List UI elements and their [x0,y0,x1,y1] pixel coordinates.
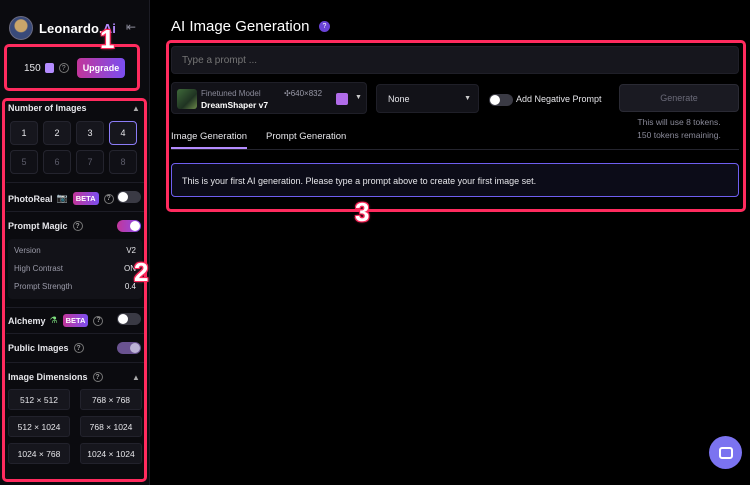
divider [6,333,144,334]
help-icon[interactable]: ? [58,63,69,73]
help-icon[interactable]: ? [72,221,83,231]
annotation-number-1: 1 [100,24,115,54]
photoreal-toggle[interactable] [117,191,141,203]
model-thumbnail [177,89,197,109]
style-select-value: None [388,94,410,104]
model-name: DreamShaper v7 [201,100,269,110]
version-value: V2 [126,246,136,255]
model-selector[interactable]: Finetuned Model ✣640×832 DreamShaper v7 … [171,82,367,114]
image-dimensions-grid: 512 × 512 768 × 768 512 × 1024 768 × 102… [8,389,142,464]
annotation-number-3: 3 [355,197,370,227]
num-images-4[interactable]: 4 [109,121,137,145]
generation-tabs: Image Generation Prompt Generation [171,131,739,150]
num-images-8[interactable]: 8 [109,150,137,174]
version-label: Version [14,246,41,255]
avatar[interactable] [9,16,33,40]
token-count: 150 [24,62,41,74]
help-icon[interactable]: ? [92,372,103,382]
dimension-1024x1024[interactable]: 1024 × 1024 [80,443,142,464]
divider [6,362,144,363]
dimension-512x512[interactable]: 512 × 512 [8,389,70,410]
beta-badge: BETA [62,314,89,327]
num-images-1[interactable]: 1 [10,121,38,145]
divider [6,307,144,308]
help-icon[interactable]: ? [93,315,104,326]
chevron-down-icon: ▼ [464,95,471,102]
dimension-768x1024[interactable]: 768 × 1024 [80,416,142,437]
high-contrast-label: High Contrast [14,264,63,273]
number-of-images-grid: 1 2 3 4 5 6 7 8 [10,121,142,174]
divider [6,211,144,212]
chat-icon [718,446,733,459]
flask-icon: ⚗ [49,315,58,325]
help-icon[interactable]: ? [73,343,84,353]
num-images-2[interactable]: 2 [43,121,71,145]
sidebar: Leonardo.Ai ⇤ 150 ? Upgrade Number of Im… [0,0,150,485]
negative-prompt-label: Add Negative Prompt [516,94,602,104]
photoreal-row: PhotoReal 📷 BETA ? [8,192,114,205]
alchemy-row: Alchemy ⚗ BETA ? [8,314,104,327]
collapse-sidebar-icon[interactable]: ⇤ [126,20,136,34]
chevron-down-icon[interactable]: ▼ [355,94,362,101]
style-select[interactable]: None ▼ [376,84,479,113]
tab-image-generation[interactable]: Image Generation [171,131,248,149]
divider [6,182,144,183]
chat-support-button[interactable] [709,436,742,469]
public-images-row: Public Images ? [8,343,84,353]
image-dimensions-label: Image Dimensions ? [8,372,103,382]
alchemy-toggle[interactable] [117,313,141,325]
upgrade-button[interactable]: Upgrade [76,58,126,78]
negative-prompt-toggle[interactable] [489,94,513,106]
camera-icon: 📷 [56,193,68,203]
token-usage-note: This will use 8 tokens. [637,117,721,127]
num-images-7[interactable]: 7 [76,150,104,174]
token-balance: 150 ? Upgrade [14,55,132,81]
help-icon[interactable]: ? [319,21,330,32]
tab-prompt-generation[interactable]: Prompt Generation [266,131,346,142]
prompt-strength-label: Prompt Strength [14,282,73,291]
annotation-number-2: 2 [134,257,149,287]
generate-button[interactable]: Generate [619,84,739,112]
prompt-input[interactable] [171,46,739,74]
chevron-up-icon[interactable]: ▲ [132,373,140,382]
public-images-toggle[interactable] [117,342,141,354]
dimension-512x1024[interactable]: 512 × 1024 [8,416,70,437]
number-of-images-label: Number of Images [8,103,87,113]
model-settings-icon[interactable] [336,93,348,105]
prompt-magic-row: Prompt Magic ? [8,221,83,231]
page-title: AI Image Generation [171,18,310,35]
prompt-magic-settings[interactable]: Version V2 High Contrast ON Prompt Stren… [8,239,142,299]
help-icon[interactable]: ? [103,193,114,204]
token-coin-icon [44,63,54,73]
num-images-5[interactable]: 5 [10,150,38,174]
first-generation-notice: This is your first AI generation. Please… [171,163,739,197]
model-resolution: ✣640×832 [284,89,323,98]
dimension-1024x768[interactable]: 1024 × 768 [8,443,70,464]
dimension-768x768[interactable]: 768 × 768 [80,389,142,410]
num-images-3[interactable]: 3 [76,121,104,145]
beta-badge: BETA [72,192,99,205]
model-type-label: Finetuned Model [201,89,261,98]
chevron-up-icon[interactable]: ▲ [132,104,140,113]
num-images-6[interactable]: 6 [43,150,71,174]
prompt-magic-toggle[interactable] [117,220,141,232]
